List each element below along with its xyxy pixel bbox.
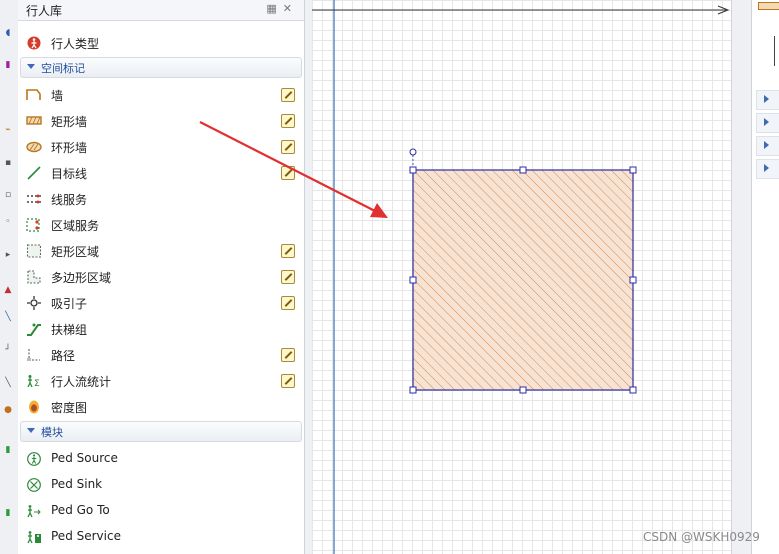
property-group-toggle[interactable] [756, 90, 779, 110]
watermark: CSDN @WSKH0929 [643, 530, 760, 544]
right-scrollbar[interactable] [731, 0, 752, 554]
property-group-toggle[interactable] [756, 136, 779, 156]
property-group-toggle[interactable] [756, 113, 779, 133]
property-group-toggle[interactable] [756, 159, 779, 179]
annotation-arrow [199, 121, 388, 218]
properties-panel [751, 0, 779, 554]
wall-swatch-icon [758, 2, 779, 10]
property-marker [774, 36, 779, 66]
